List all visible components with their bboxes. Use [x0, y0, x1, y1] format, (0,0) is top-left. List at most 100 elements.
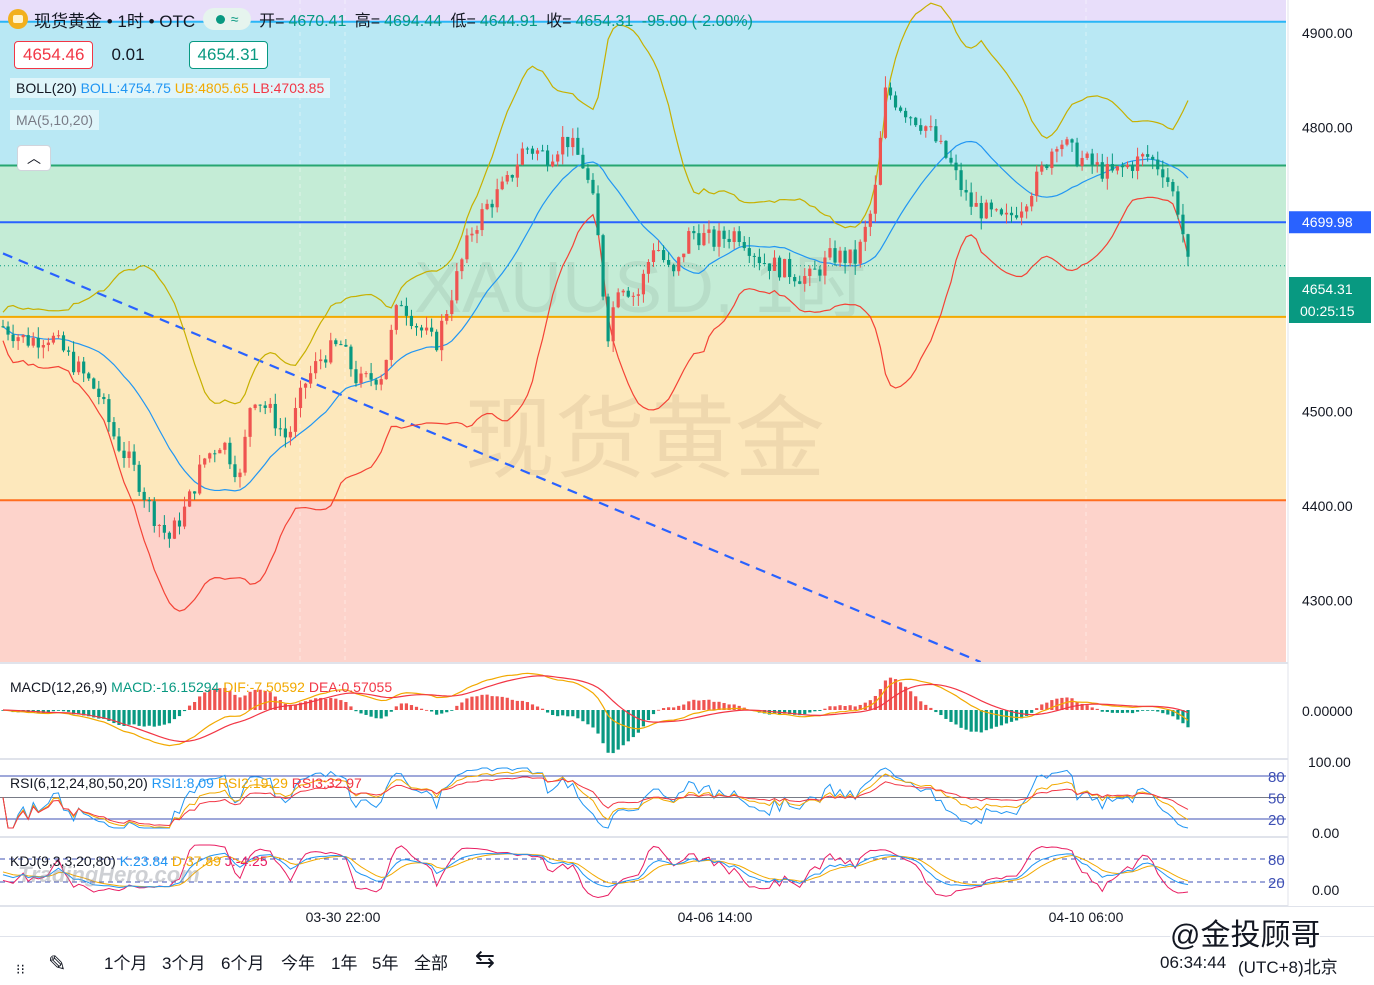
- candle-body[interactable]: [848, 249, 852, 264]
- candle-body[interactable]: [56, 335, 61, 337]
- candle-body[interactable]: [757, 256, 761, 264]
- candle-body[interactable]: [1115, 166, 1120, 171]
- candle-body[interactable]: [1009, 212, 1014, 216]
- candle-body[interactable]: [1120, 166, 1125, 168]
- candle-body[interactable]: [349, 346, 353, 370]
- range-ytd[interactable]: 今年: [281, 949, 315, 974]
- market-status-pill[interactable]: ≈: [203, 8, 252, 30]
- candle-body[interactable]: [1060, 144, 1064, 150]
- candle-body[interactable]: [808, 268, 812, 277]
- candle-body[interactable]: [964, 189, 968, 193]
- candle-body[interactable]: [31, 337, 35, 346]
- candle-body[interactable]: [692, 231, 696, 234]
- candle-body[interactable]: [470, 233, 474, 236]
- candle-body[interactable]: [303, 383, 308, 388]
- candle-body[interactable]: [677, 257, 681, 272]
- candle-body[interactable]: [843, 250, 847, 264]
- candle-body[interactable]: [1035, 171, 1039, 196]
- candle-body[interactable]: [399, 305, 403, 307]
- candle-body[interactable]: [818, 269, 822, 276]
- grid-dots-icon[interactable]: ⁝⁝: [16, 961, 25, 978]
- candle-body[interactable]: [319, 359, 323, 362]
- candle-body[interactable]: [1090, 153, 1094, 165]
- candle-body[interactable]: [424, 327, 429, 331]
- candle-body[interactable]: [364, 373, 368, 375]
- candle-body[interactable]: [1045, 165, 1049, 169]
- candle-body[interactable]: [551, 161, 555, 167]
- candle-body[interactable]: [404, 305, 409, 316]
- candle-body[interactable]: [682, 253, 686, 258]
- candle-body[interactable]: [540, 150, 545, 152]
- candle-body[interactable]: [162, 524, 166, 533]
- candle-body[interactable]: [268, 403, 272, 408]
- candle-body[interactable]: [193, 491, 197, 494]
- ma-legend[interactable]: MA(5,10,20): [10, 110, 100, 130]
- candle-body[interactable]: [1080, 157, 1084, 166]
- candle-body[interactable]: [182, 506, 187, 527]
- candle-body[interactable]: [909, 117, 913, 119]
- candle-body[interactable]: [1004, 212, 1009, 215]
- candle-body[interactable]: [1025, 206, 1029, 212]
- candle-body[interactable]: [1151, 156, 1155, 160]
- candle-body[interactable]: [359, 373, 363, 384]
- candle-body[interactable]: [858, 241, 862, 264]
- candle-body[interactable]: [959, 170, 963, 190]
- range-all[interactable]: 全部: [414, 949, 448, 974]
- candle-body[interactable]: [82, 361, 86, 374]
- candle-body[interactable]: [273, 403, 277, 429]
- candle-body[interactable]: [132, 451, 136, 465]
- candle-body[interactable]: [11, 334, 15, 342]
- candle-body[interactable]: [430, 327, 434, 332]
- draw-icon[interactable]: ✎: [48, 951, 66, 977]
- candle-body[interactable]: [77, 361, 81, 373]
- candle-body[interactable]: [979, 203, 983, 219]
- candle-body[interactable]: [490, 203, 494, 208]
- candle-body[interactable]: [742, 242, 746, 249]
- candle-body[interactable]: [293, 408, 298, 432]
- candle-body[interactable]: [611, 307, 615, 342]
- candle-body[interactable]: [263, 405, 267, 408]
- candle-body[interactable]: [525, 148, 530, 150]
- candle-body[interactable]: [949, 157, 953, 163]
- candle-body[interactable]: [500, 181, 504, 190]
- candle-body[interactable]: [389, 329, 393, 360]
- candle-body[interactable]: [672, 264, 676, 272]
- candle-body[interactable]: [571, 137, 575, 148]
- candle-body[interactable]: [782, 258, 787, 278]
- candle-body[interactable]: [566, 136, 570, 148]
- candle-body[interactable]: [747, 248, 751, 256]
- chart-canvas[interactable]: XAUUSD, 1时 现货黄金 4900.004800.004700.00460…: [0, 0, 1374, 984]
- candle-body[interactable]: [334, 340, 338, 345]
- candle-body[interactable]: [1019, 211, 1024, 218]
- candle-body[interactable]: [177, 520, 182, 527]
- candle-body[interactable]: [167, 532, 172, 539]
- candle-body[interactable]: [228, 442, 232, 465]
- candle-body[interactable]: [1166, 177, 1170, 182]
- candle-body[interactable]: [92, 378, 96, 389]
- boll-legend[interactable]: BOLL(20) BOLL:4754.75 UB:4805.65 LB:4703…: [10, 78, 331, 98]
- candle-body[interactable]: [1110, 164, 1114, 171]
- candle-body[interactable]: [606, 296, 610, 342]
- candle-body[interactable]: [878, 137, 883, 185]
- candle-body[interactable]: [561, 136, 565, 155]
- candle-body[interactable]: [777, 257, 782, 278]
- candle-body[interactable]: [621, 290, 625, 293]
- candle-body[interactable]: [788, 258, 792, 278]
- candle-body[interactable]: [314, 361, 318, 374]
- candle-body[interactable]: [989, 202, 993, 210]
- candle-body[interactable]: [329, 340, 333, 363]
- range-1m[interactable]: 1个月: [104, 949, 147, 974]
- candle-body[interactable]: [278, 428, 282, 430]
- candle-body[interactable]: [1181, 214, 1185, 235]
- candle-body[interactable]: [203, 458, 207, 465]
- candle-body[interactable]: [994, 209, 998, 211]
- candle-body[interactable]: [873, 184, 877, 214]
- candle-body[interactable]: [172, 520, 177, 539]
- candle-body[interactable]: [1095, 162, 1099, 165]
- candle-body[interactable]: [1161, 169, 1165, 178]
- rsi-legend[interactable]: RSI(6,12,24,80,50,20) RSI1:8.09 RSI2:19.…: [10, 775, 362, 791]
- candle-body[interactable]: [803, 276, 807, 284]
- candle-body[interactable]: [772, 257, 777, 271]
- candle-body[interactable]: [97, 388, 101, 397]
- candle-body[interactable]: [61, 335, 66, 351]
